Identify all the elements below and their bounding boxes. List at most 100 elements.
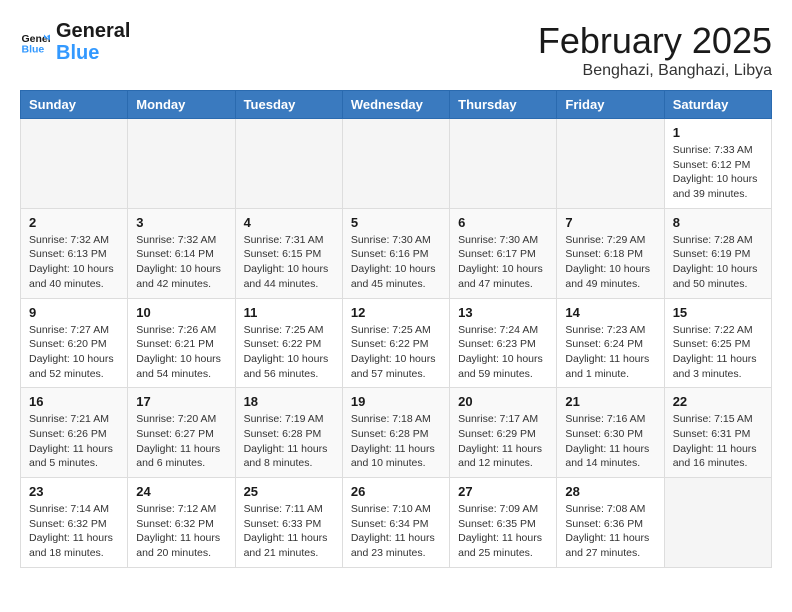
day-number: 17 xyxy=(136,394,226,409)
day-number: 3 xyxy=(136,215,226,230)
header-friday: Friday xyxy=(557,91,664,119)
header: General Blue General Blue February 2025 … xyxy=(20,20,772,80)
day-info: Sunrise: 7:23 AM Sunset: 6:24 PM Dayligh… xyxy=(565,323,655,382)
day-info: Sunrise: 7:11 AM Sunset: 6:33 PM Dayligh… xyxy=(244,502,334,561)
day-number: 6 xyxy=(458,215,548,230)
calendar-cell: 28 Sunrise: 7:08 AM Sunset: 6:36 PM Dayli… xyxy=(557,478,664,568)
day-info: Sunrise: 7:12 AM Sunset: 6:32 PM Dayligh… xyxy=(136,502,226,561)
calendar-cell: 9 Sunrise: 7:27 AM Sunset: 6:20 PM Daylig… xyxy=(21,298,128,388)
day-number: 28 xyxy=(565,484,655,499)
day-number: 2 xyxy=(29,215,119,230)
calendar-cell: 11 Sunrise: 7:25 AM Sunset: 6:22 PM Dayli… xyxy=(235,298,342,388)
calendar-cell: 22 Sunrise: 7:15 AM Sunset: 6:31 PM Dayli… xyxy=(664,388,771,478)
calendar-cell: 1 Sunrise: 7:33 AM Sunset: 6:12 PM Daylig… xyxy=(664,119,771,209)
day-info: Sunrise: 7:25 AM Sunset: 6:22 PM Dayligh… xyxy=(351,323,441,382)
calendar-cell: 5 Sunrise: 7:30 AM Sunset: 6:16 PM Daylig… xyxy=(342,208,449,298)
logo-general: General xyxy=(56,20,130,42)
day-info: Sunrise: 7:24 AM Sunset: 6:23 PM Dayligh… xyxy=(458,323,548,382)
day-number: 19 xyxy=(351,394,441,409)
day-number: 11 xyxy=(244,305,334,320)
calendar-cell xyxy=(21,119,128,209)
day-number: 23 xyxy=(29,484,119,499)
day-info: Sunrise: 7:29 AM Sunset: 6:18 PM Dayligh… xyxy=(565,233,655,292)
day-number: 18 xyxy=(244,394,334,409)
calendar-cell: 8 Sunrise: 7:28 AM Sunset: 6:19 PM Daylig… xyxy=(664,208,771,298)
calendar-cell xyxy=(664,478,771,568)
day-info: Sunrise: 7:20 AM Sunset: 6:27 PM Dayligh… xyxy=(136,412,226,471)
calendar-cell xyxy=(557,119,664,209)
day-number: 20 xyxy=(458,394,548,409)
day-info: Sunrise: 7:14 AM Sunset: 6:32 PM Dayligh… xyxy=(29,502,119,561)
calendar-cell: 12 Sunrise: 7:25 AM Sunset: 6:22 PM Dayli… xyxy=(342,298,449,388)
header-thursday: Thursday xyxy=(450,91,557,119)
day-info: Sunrise: 7:33 AM Sunset: 6:12 PM Dayligh… xyxy=(673,143,763,202)
day-info: Sunrise: 7:09 AM Sunset: 6:35 PM Dayligh… xyxy=(458,502,548,561)
calendar-week-2: 2 Sunrise: 7:32 AM Sunset: 6:13 PM Daylig… xyxy=(21,208,772,298)
calendar-cell: 19 Sunrise: 7:18 AM Sunset: 6:28 PM Dayli… xyxy=(342,388,449,478)
day-number: 16 xyxy=(29,394,119,409)
day-info: Sunrise: 7:16 AM Sunset: 6:30 PM Dayligh… xyxy=(565,412,655,471)
calendar-cell: 14 Sunrise: 7:23 AM Sunset: 6:24 PM Dayli… xyxy=(557,298,664,388)
calendar-cell: 7Sunrise: 7:29 AM Sunset: 6:18 PM Daylig… xyxy=(557,208,664,298)
day-info: Sunrise: 7:18 AM Sunset: 6:28 PM Dayligh… xyxy=(351,412,441,471)
day-number: 21 xyxy=(565,394,655,409)
day-number: 9 xyxy=(29,305,119,320)
calendar-header-row: SundayMondayTuesdayWednesdayThursdayFrid… xyxy=(21,91,772,119)
day-info: Sunrise: 7:28 AM Sunset: 6:19 PM Dayligh… xyxy=(673,233,763,292)
calendar-cell xyxy=(128,119,235,209)
day-info: Sunrise: 7:08 AM Sunset: 6:36 PM Dayligh… xyxy=(565,502,655,561)
header-wednesday: Wednesday xyxy=(342,91,449,119)
calendar-cell xyxy=(342,119,449,209)
day-number: 1 xyxy=(673,125,763,140)
calendar-week-3: 9 Sunrise: 7:27 AM Sunset: 6:20 PM Daylig… xyxy=(21,298,772,388)
calendar-cell: 20 Sunrise: 7:17 AM Sunset: 6:29 PM Dayli… xyxy=(450,388,557,478)
day-info: Sunrise: 7:17 AM Sunset: 6:29 PM Dayligh… xyxy=(458,412,548,471)
day-number: 5 xyxy=(351,215,441,230)
calendar-cell: 3 Sunrise: 7:32 AM Sunset: 6:14 PM Daylig… xyxy=(128,208,235,298)
day-info: Sunrise: 7:32 AM Sunset: 6:14 PM Dayligh… xyxy=(136,233,226,292)
day-info: Sunrise: 7:19 AM Sunset: 6:28 PM Dayligh… xyxy=(244,412,334,471)
logo: General Blue General Blue xyxy=(20,20,130,64)
day-info: Sunrise: 7:30 AM Sunset: 6:17 PM Dayligh… xyxy=(458,233,548,292)
day-number: 25 xyxy=(244,484,334,499)
day-number: 12 xyxy=(351,305,441,320)
day-info: Sunrise: 7:31 AM Sunset: 6:15 PM Dayligh… xyxy=(244,233,334,292)
svg-text:Blue: Blue xyxy=(22,44,45,56)
calendar-week-4: 16 Sunrise: 7:21 AM Sunset: 6:26 PM Dayli… xyxy=(21,388,772,478)
day-info: Sunrise: 7:26 AM Sunset: 6:21 PM Dayligh… xyxy=(136,323,226,382)
day-number: 4 xyxy=(244,215,334,230)
calendar-cell: 15Sunrise: 7:22 AM Sunset: 6:25 PM Dayli… xyxy=(664,298,771,388)
calendar-cell: 18 Sunrise: 7:19 AM Sunset: 6:28 PM Dayli… xyxy=(235,388,342,478)
calendar-cell: 16 Sunrise: 7:21 AM Sunset: 6:26 PM Dayli… xyxy=(21,388,128,478)
day-info: Sunrise: 7:25 AM Sunset: 6:22 PM Dayligh… xyxy=(244,323,334,382)
calendar-cell: 6 Sunrise: 7:30 AM Sunset: 6:17 PM Daylig… xyxy=(450,208,557,298)
calendar-cell: 2 Sunrise: 7:32 AM Sunset: 6:13 PM Daylig… xyxy=(21,208,128,298)
calendar-cell: 25 Sunrise: 7:11 AM Sunset: 6:33 PM Dayli… xyxy=(235,478,342,568)
logo-icon: General Blue xyxy=(20,27,50,57)
calendar-cell: 21 Sunrise: 7:16 AM Sunset: 6:30 PM Dayli… xyxy=(557,388,664,478)
day-info: Sunrise: 7:27 AM Sunset: 6:20 PM Dayligh… xyxy=(29,323,119,382)
day-number: 26 xyxy=(351,484,441,499)
day-info: Sunrise: 7:30 AM Sunset: 6:16 PM Dayligh… xyxy=(351,233,441,292)
day-number: 14 xyxy=(565,305,655,320)
day-info: Sunrise: 7:32 AM Sunset: 6:13 PM Dayligh… xyxy=(29,233,119,292)
calendar-cell: 24Sunrise: 7:12 AM Sunset: 6:32 PM Dayli… xyxy=(128,478,235,568)
calendar-cell: 13Sunrise: 7:24 AM Sunset: 6:23 PM Dayli… xyxy=(450,298,557,388)
header-tuesday: Tuesday xyxy=(235,91,342,119)
day-number: 10 xyxy=(136,305,226,320)
day-number: 22 xyxy=(673,394,763,409)
calendar-cell xyxy=(450,119,557,209)
month-title: February 2025 xyxy=(538,20,772,62)
calendar-cell: 26Sunrise: 7:10 AM Sunset: 6:34 PM Dayli… xyxy=(342,478,449,568)
day-number: 8 xyxy=(673,215,763,230)
day-info: Sunrise: 7:15 AM Sunset: 6:31 PM Dayligh… xyxy=(673,412,763,471)
header-sunday: Sunday xyxy=(21,91,128,119)
calendar-cell: 23 Sunrise: 7:14 AM Sunset: 6:32 PM Dayli… xyxy=(21,478,128,568)
day-info: Sunrise: 7:21 AM Sunset: 6:26 PM Dayligh… xyxy=(29,412,119,471)
calendar-cell: 4 Sunrise: 7:31 AM Sunset: 6:15 PM Daylig… xyxy=(235,208,342,298)
title-area: February 2025 Benghazi, Banghazi, Libya xyxy=(538,20,772,80)
calendar-cell xyxy=(235,119,342,209)
day-number: 27 xyxy=(458,484,548,499)
day-info: Sunrise: 7:22 AM Sunset: 6:25 PM Dayligh… xyxy=(673,323,763,382)
calendar-table: SundayMondayTuesdayWednesdayThursdayFrid… xyxy=(20,90,772,568)
